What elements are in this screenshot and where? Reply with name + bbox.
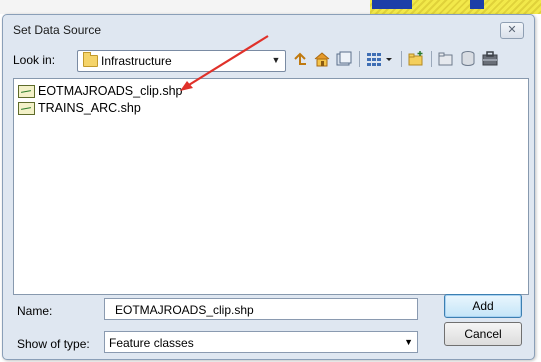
toolbox-icon[interactable] [481, 50, 499, 68]
show-of-type-dropdown[interactable]: Feature classes ▼ [104, 331, 418, 353]
file-name: TRAINS_ARC.shp [38, 101, 141, 115]
close-button[interactable]: ✕ [500, 22, 524, 39]
map-water [470, 0, 484, 9]
close-icon: ✕ [507, 24, 517, 36]
map-water [372, 0, 412, 9]
add-button[interactable]: Add [444, 294, 522, 318]
show-of-type-value: Feature classes [109, 336, 194, 350]
name-field[interactable]: EOTMAJROADS_clip.shp [104, 298, 418, 320]
background-map [0, 0, 541, 14]
toolbar-separator [359, 51, 360, 67]
look-in-dropdown[interactable]: Infrastructure ▼ [77, 50, 286, 72]
show-of-type-label: Show of type: [17, 337, 90, 351]
database-icon[interactable] [459, 50, 477, 68]
set-data-source-dialog: Set Data Source ✕ Look in: Infrastructur… [2, 14, 535, 360]
chevron-down-icon: ▼ [271, 55, 281, 65]
chevron-down-icon: ▼ [404, 337, 413, 347]
dialog-title: Set Data Source [13, 23, 102, 37]
file-name: EOTMAJROADS_clip.shp [38, 84, 183, 98]
home-icon[interactable] [313, 50, 331, 68]
line-feature-icon [18, 85, 35, 99]
list-item[interactable]: TRAINS_ARC.shp [18, 100, 141, 116]
line-feature-icon [18, 102, 35, 116]
new-folder-icon[interactable] [407, 50, 425, 68]
look-in-label: Look in: [13, 53, 56, 67]
toolbar-separator [431, 51, 432, 67]
look-in-value: Infrastructure [101, 54, 172, 68]
folder-icon [83, 52, 98, 67]
up-one-level-icon[interactable] [291, 50, 309, 68]
name-label: Name: [17, 304, 53, 318]
view-menu-icon[interactable] [365, 50, 395, 68]
list-item[interactable]: EOTMAJROADS_clip.shp [18, 83, 182, 99]
catalog-icon[interactable] [335, 50, 353, 68]
title-bar: Set Data Source ✕ [3, 15, 534, 43]
file-list[interactable]: EOTMAJROADS_clip.shp TRAINS_ARC.shp [13, 78, 529, 295]
cancel-button[interactable]: Cancel [444, 322, 522, 346]
name-value: EOTMAJROADS_clip.shp [115, 303, 254, 317]
connect-folder-icon[interactable] [437, 50, 455, 68]
toolbar-separator [401, 51, 402, 67]
